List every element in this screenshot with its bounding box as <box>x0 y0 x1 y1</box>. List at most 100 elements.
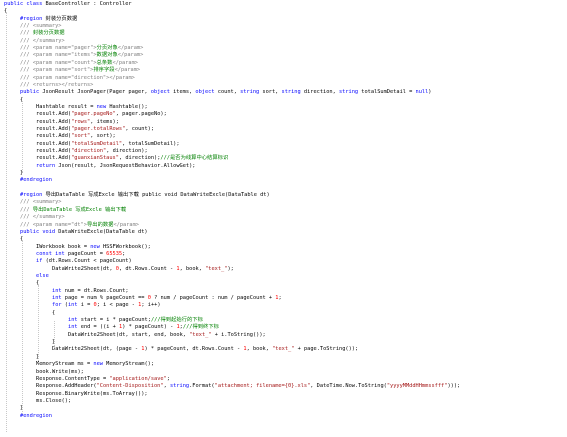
code-line[interactable]: /// 封装分页数据 <box>20 30 65 37</box>
code-token: <param name="pager"> <box>32 45 97 52</box>
code-line[interactable]: public JsonResult JsonPager(Pager pager,… <box>20 89 431 96</box>
code-line[interactable]: int start = i * pageCount;///得到起始行的下标 <box>68 317 203 324</box>
code-token: page = num % pageCount == <box>64 295 148 301</box>
code-token: "yyyyMMddHHmmssfff" <box>386 383 448 390</box>
code-token: else <box>36 272 49 279</box>
code-token: 排序字段 <box>93 67 115 74</box>
indent-guide <box>38 284 39 363</box>
code-token: "attachment; filename={0}.xls" <box>214 383 311 390</box>
code-line[interactable]: /// <param name="count">总条数</param> <box>20 60 138 67</box>
code-token: ///得到终下标 <box>182 324 219 331</box>
code-token: /// <box>20 23 33 30</box>
code-line[interactable]: #region 封装分页数据 <box>20 16 77 23</box>
code-token: int <box>67 302 81 309</box>
code-line[interactable]: int num = dt.Rows.Count; <box>52 288 129 295</box>
code-token: Json(result, JsonRequestBehavior.AllowGe… <box>58 162 196 169</box>
code-line[interactable]: if (dt.Rows.Count < pageCount) <box>36 258 132 265</box>
code-line[interactable]: /// <summary> <box>20 23 61 30</box>
code-line[interactable]: DataWrite2Sheet(dt, 0, dt.Rows.Count - 1… <box>52 266 234 273</box>
code-token: DataWrite2Sheet(dt, (page - <box>52 346 142 353</box>
code-token: <summary> <box>32 23 62 30</box>
code-token: ); <box>227 265 234 272</box>
code-line[interactable]: Response.ContentType = "application/save… <box>36 376 170 383</box>
code-token: result.Add( <box>36 148 72 154</box>
code-line[interactable]: DataWrite2Sheet(dt, start, end, book, "t… <box>68 332 266 339</box>
code-token: string <box>169 383 190 390</box>
code-line[interactable]: public class BaseController : Controller <box>4 1 132 8</box>
code-token: "text_" <box>189 331 212 338</box>
code-token: "application/save" <box>109 375 167 382</box>
code-line[interactable]: book.Write(ms); <box>36 369 84 376</box>
code-line[interactable]: Response.AddHeader("Content-Disposition"… <box>36 383 460 390</box>
code-token: ///是否为线算中心结算标识 <box>160 155 229 162</box>
code-token: MemoryStream ms = <box>36 361 94 368</box>
code-token: /// <box>20 74 33 81</box>
code-token: ; i < page - <box>96 302 139 309</box>
code-line[interactable]: result.Add("sort", sort); <box>36 133 116 140</box>
code-token: ) * pageCount, dt.Rows.Count - <box>144 346 244 353</box>
code-line[interactable]: /// <param name="dt">导出的数据</param> <box>20 222 139 229</box>
code-line[interactable]: /// 导出DataTable 写成Excle 输出下载 <box>20 207 126 214</box>
code-line[interactable]: int page = num % pageCount == 0 ? num / … <box>52 295 282 302</box>
code-token: , book, <box>246 346 273 353</box>
code-token: </param> <box>109 74 135 81</box>
code-line[interactable]: /// <param name="direction"></param> <box>20 75 135 82</box>
code-token: pageCount = <box>67 250 107 257</box>
code-token: + page.ToString()); <box>294 346 359 353</box>
code-token: end = ((i + <box>80 324 120 331</box>
code-line[interactable]: Response.BinaryWrite(ms.ToArray()); <box>36 391 148 398</box>
code-line[interactable]: #region 导出DataTable 写成Excle 输出下载 public … <box>20 192 270 199</box>
code-line[interactable]: /// <summary> <box>20 199 61 206</box>
code-token: "sort" <box>71 133 91 140</box>
code-line[interactable]: result.Add("pager.totalRows", count); <box>36 126 154 133</box>
code-token: string <box>281 89 304 96</box>
code-line[interactable]: DataWrite2Sheet(dt, (page - 1) * pageCou… <box>52 346 358 353</box>
code-line[interactable]: /// <returns></returns> <box>20 82 93 89</box>
code-token: Response.ContentType = <box>36 375 110 382</box>
code-line[interactable]: return Json(result, JsonRequestBehavior.… <box>36 163 195 170</box>
code-line[interactable]: else <box>36 273 49 280</box>
code-token: "guanxianStaus" <box>71 155 119 162</box>
code-token: "totalSumDetail" <box>71 140 123 147</box>
code-token: </param> <box>117 52 144 59</box>
code-line[interactable]: /// </summary> <box>20 38 65 45</box>
code-token: direction, <box>303 89 339 96</box>
code-token: <param name="count"> <box>32 59 97 66</box>
code-line[interactable]: /// <param name="items">数据对象</param> <box>20 52 143 59</box>
code-token: , pager.pageNo); <box>115 111 167 118</box>
code-line[interactable]: int end = ((i + 1) * pageCount) - 1;///得… <box>68 324 219 331</box>
code-token: HSSFWorkbook(); <box>102 243 151 250</box>
code-token: /// <box>20 67 33 74</box>
code-token: /// <box>20 52 33 59</box>
code-line[interactable]: result.Add("rows", items); <box>36 119 119 126</box>
code-line[interactable]: result.Add("guanxianStaus", direction);/… <box>36 155 228 162</box>
code-token: /// <box>20 206 33 213</box>
code-line[interactable]: result.Add("direction", direction); <box>36 148 148 155</box>
code-line[interactable]: const int pageCount = 65535; <box>36 251 125 258</box>
code-line[interactable]: public void DataWriteExcle(DataTable dt) <box>20 229 148 236</box>
code-token: items, <box>173 89 196 96</box>
code-line[interactable]: /// <param name="sort">排序字段</param> <box>20 67 140 74</box>
code-token: ; i++) <box>141 302 161 309</box>
code-line[interactable]: result.Add("pager.pageNo", pager.pageNo)… <box>36 111 167 118</box>
code-token: ; <box>278 295 282 301</box>
code-token: </param> <box>112 59 138 66</box>
code-token: "direction" <box>71 148 107 154</box>
code-token: , dt.Rows.Count - <box>118 265 177 272</box>
code-line[interactable]: MemoryStream ms = new MemoryStream(); <box>36 361 154 368</box>
code-line[interactable]: for (int i = 0; i < page - 1; i++) <box>52 302 161 309</box>
code-token: Response.AddHeader( <box>36 383 97 390</box>
code-line[interactable]: result.Add("totalSumDetail", totalSumDet… <box>36 141 180 148</box>
code-line[interactable]: { <box>52 310 55 317</box>
code-line[interactable]: IWorkbook book = new HSSFWorkbook(); <box>36 244 151 251</box>
code-line[interactable]: ms.Close(); <box>36 398 71 405</box>
code-line[interactable]: #endregion <box>20 177 52 184</box>
code-line[interactable]: #endregion <box>20 413 52 420</box>
code-token: 导出的数据 <box>86 221 114 228</box>
code-token: object <box>150 89 174 96</box>
code-editor[interactable]: public class BaseController : Controller… <box>0 0 567 437</box>
code-line[interactable]: /// </summary> <box>20 214 65 221</box>
code-token: if <box>36 258 46 265</box>
code-token: new <box>90 243 103 250</box>
code-line[interactable]: Hashtable result = new Hashtable(); <box>36 104 148 111</box>
